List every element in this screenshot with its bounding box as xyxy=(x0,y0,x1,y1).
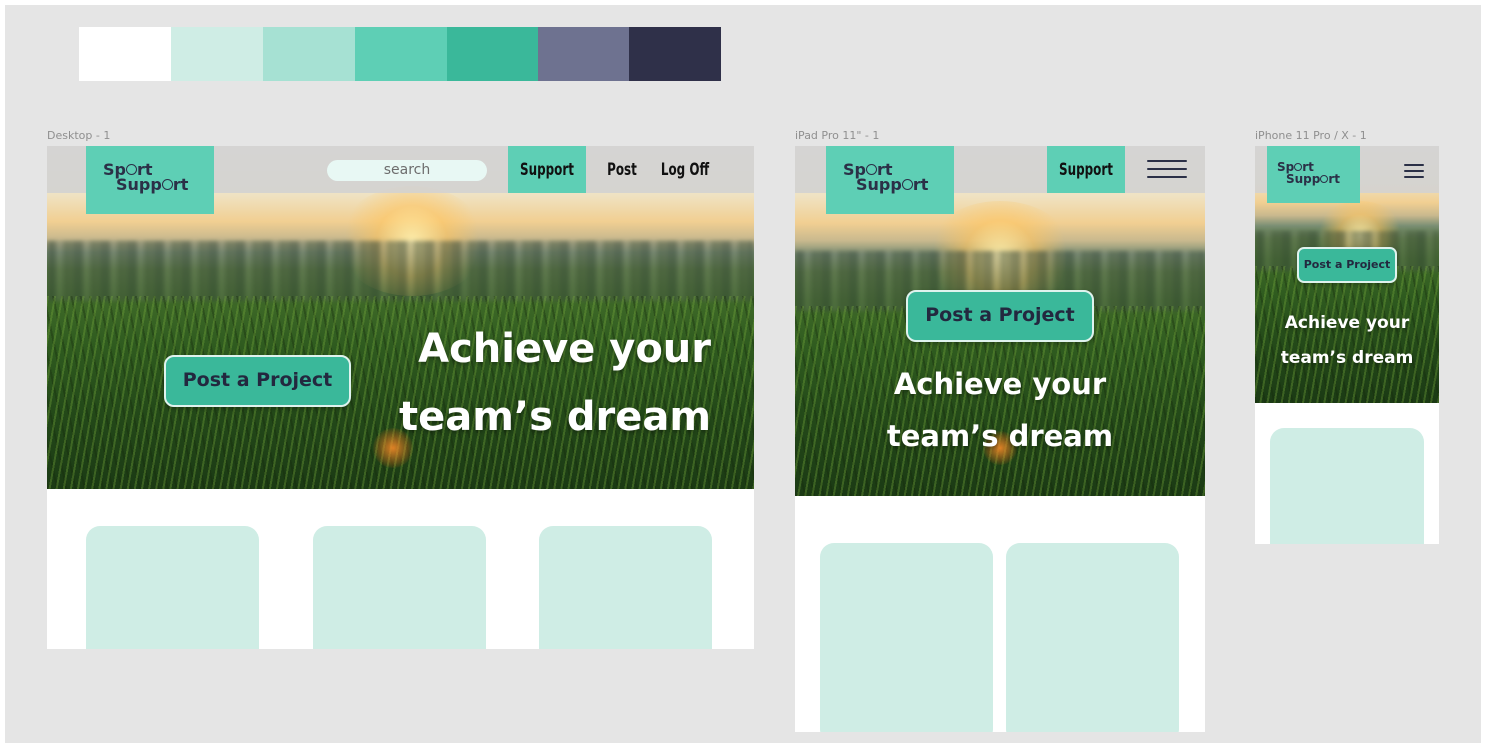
hamburger-menu-icon[interactable] xyxy=(1147,160,1187,180)
frame-label-iphone[interactable]: iPhone 11 Pro / X - 1 xyxy=(1255,129,1367,142)
logo[interactable]: Sp rt Supp rt xyxy=(826,146,954,214)
hero-headline-line1: Achieve your xyxy=(893,367,1107,401)
frame-desktop[interactable]: Sp rt Supp rt search Support Post Log Off … xyxy=(47,146,754,649)
ball-icon xyxy=(161,179,173,190)
logo[interactable]: Sp rt Supp rt xyxy=(1267,146,1360,203)
frame-iphone[interactable]: Sp rt Supp rt Post a Project Achieve your … xyxy=(1255,146,1439,544)
post-project-button[interactable]: Post a Project xyxy=(164,355,351,407)
post-project-button[interactable]: Post a Project xyxy=(1297,247,1397,283)
nav-post-link[interactable]: Post xyxy=(603,160,642,180)
hero-headline-line1: Achieve your xyxy=(418,326,711,372)
hamburger-menu-icon[interactable] xyxy=(1404,164,1424,178)
content-card[interactable] xyxy=(86,526,259,649)
logo[interactable]: Sp rt Supp rt xyxy=(86,146,214,214)
content-card[interactable] xyxy=(820,543,993,732)
swatch-slate[interactable] xyxy=(538,27,630,81)
content-card[interactable] xyxy=(313,526,486,649)
search-input[interactable]: search xyxy=(327,160,487,181)
content-card[interactable] xyxy=(1006,543,1179,732)
frame-label-desktop[interactable]: Desktop - 1 xyxy=(47,129,110,142)
hero-headline-line2: team’s dream xyxy=(886,419,1114,453)
post-project-button[interactable]: Post a Project xyxy=(906,290,1094,342)
nav-support-link[interactable]: Support xyxy=(1052,160,1121,180)
nav-support-link[interactable]: Support xyxy=(513,160,582,180)
frame-label-ipad[interactable]: iPad Pro 11" - 1 xyxy=(795,129,879,142)
hero-headline-line2: team’s dream xyxy=(1280,348,1414,368)
nav-logoff-link[interactable]: Log Off xyxy=(658,160,713,180)
swatch-teal[interactable] xyxy=(447,27,539,81)
content-card[interactable] xyxy=(539,526,712,649)
hero-headline-line2: team’s dream xyxy=(398,394,711,440)
hero-headline-line1: Achieve your xyxy=(1284,313,1410,333)
frame-ipad[interactable]: Sp rt Supp rt Support Post a Project Achie… xyxy=(795,146,1205,732)
swatch-mint-lightest[interactable] xyxy=(171,27,263,81)
ball-icon xyxy=(865,164,877,175)
ball-icon xyxy=(901,179,913,190)
swatch-navy[interactable] xyxy=(629,27,721,81)
swatch-mint-light[interactable] xyxy=(263,27,355,81)
design-canvas: Desktop - 1 Sp rt Supp rt search Support P… xyxy=(5,5,1481,743)
content-card[interactable] xyxy=(1270,428,1424,544)
swatch-white[interactable] xyxy=(79,27,171,81)
swatch-mint[interactable] xyxy=(355,27,447,81)
ball-icon xyxy=(125,164,137,175)
